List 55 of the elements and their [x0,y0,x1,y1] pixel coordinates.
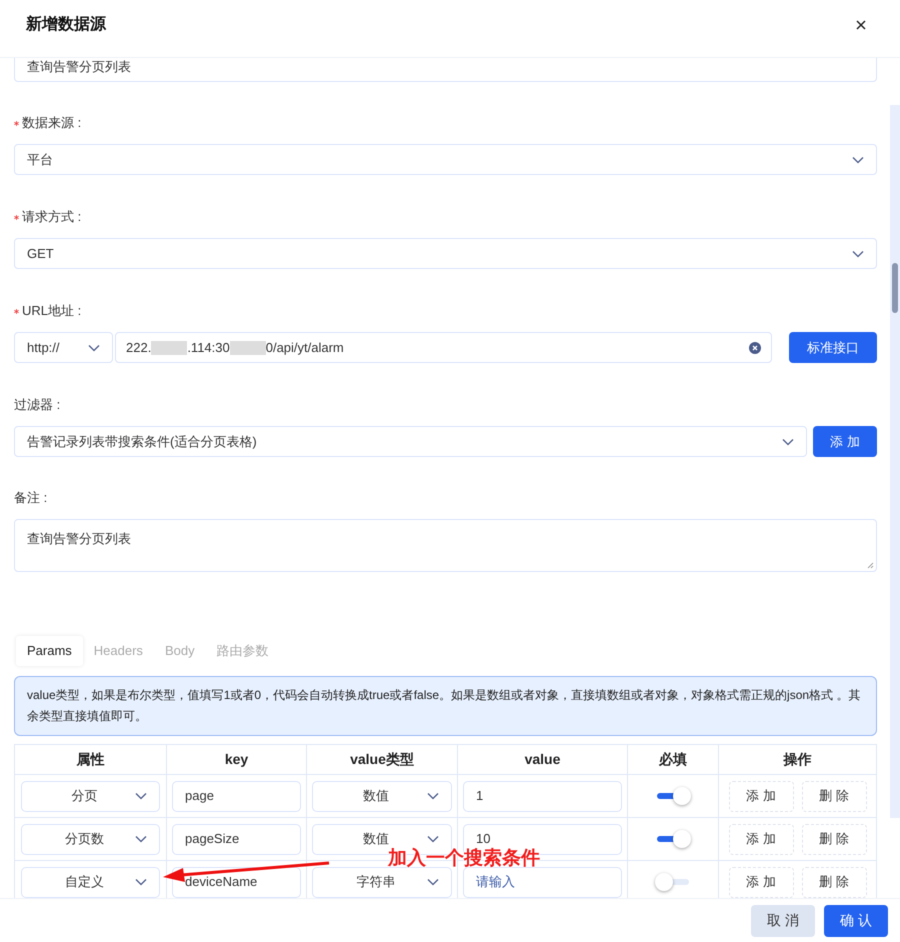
delete-row-button[interactable]: 删 除 [802,824,866,854]
chevron-down-icon [88,344,100,352]
info-alert: value类型，如果是布尔类型，值填写1或者0，代码会自动转换成true或者false。如果是数组或者对象，直接填数组或者对象，对象格式需正规的json格式 。其余类型直接填值即可。 [14,676,877,736]
column-header: 属性 [76,750,104,769]
dialog-title: 新增数据源 [26,14,106,34]
add-row-button[interactable]: 添 加 [728,824,794,854]
field-label: 数据来源 : [22,114,82,132]
standard-api-button[interactable]: 标准接口 [789,332,877,363]
chevron-down-icon [852,250,864,258]
select-field[interactable]: 告警记录列表带搜索条件(适合分页表格) [14,426,807,457]
field-label: 请求方式 : [22,208,82,226]
blurred-text [230,340,266,354]
column-header: value类型 [350,750,414,769]
select-field[interactable]: GET [14,238,877,269]
confirm-button[interactable]: 确 认 [824,904,888,936]
chevron-down-icon [427,792,439,800]
toggle-switch[interactable] [655,830,691,848]
select-field[interactable]: 数值 [312,780,452,812]
chevron-down-icon [782,438,794,446]
add-row-button[interactable]: 添 加 [728,780,794,812]
input-field[interactable]: 1 [463,780,622,812]
chevron-down-icon [135,835,147,843]
chevron-down-icon [427,878,439,886]
chevron-down-icon [852,156,864,164]
tab[interactable]: Params [16,636,83,666]
close-icon[interactable] [856,20,866,30]
field-label: 过滤器 : [14,396,60,414]
toggle-switch[interactable] [655,787,691,805]
input-field[interactable]: page [172,780,301,812]
textarea-field[interactable]: 查询告警分页列表 [14,519,877,572]
blurred-text [151,340,188,354]
field-label: 备注 : [14,489,48,508]
scrollbar[interactable] [890,105,900,818]
select-field[interactable]: 自定义 [21,866,160,898]
select-field[interactable]: 分页数 [21,824,160,854]
column-header: value [524,750,560,769]
cancel-button[interactable]: 取 消 [751,904,815,936]
delete-row-button[interactable]: 删 除 [802,780,866,812]
column-header: 必填 [659,750,687,769]
url-input-field[interactable]: 222. .114:30 0/api/yt/alarm [115,332,772,363]
select-field[interactable]: http:// [14,332,113,363]
toggle-switch[interactable] [655,873,691,891]
resize-handle-icon[interactable] [867,562,874,569]
chevron-down-icon [135,878,147,886]
select-field[interactable]: 平台 [14,144,877,175]
chevron-down-icon [427,835,439,843]
column-header: key [224,750,248,769]
input-field[interactable]: 查询告警分页列表 [14,58,877,82]
add-button[interactable]: 添 加 [813,426,877,457]
field-label: URL地址 : [22,302,82,320]
chevron-down-icon [135,792,147,800]
column-header: 操作 [784,750,812,769]
select-field[interactable]: 分页 [21,780,160,812]
input-field[interactable]: pageSize [172,824,301,854]
clear-icon[interactable] [749,342,761,354]
